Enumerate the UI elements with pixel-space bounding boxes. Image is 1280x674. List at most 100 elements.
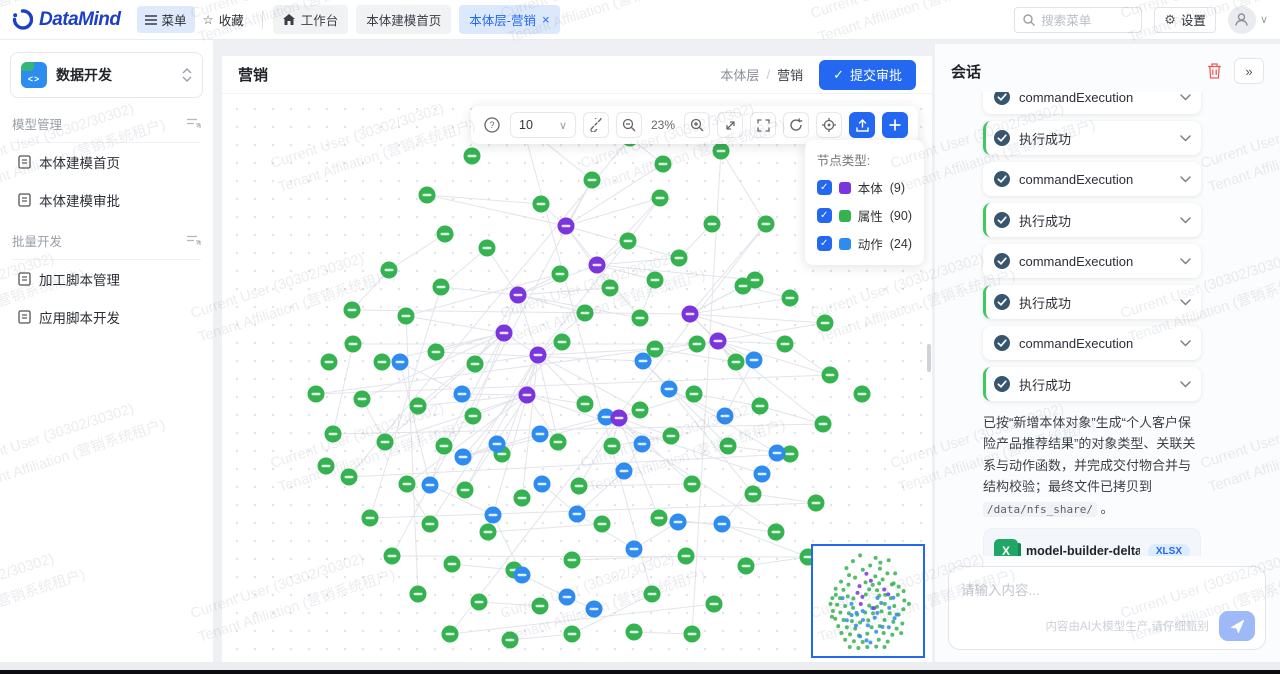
menu-search-input[interactable]: 搜索菜单 (1014, 7, 1142, 33)
graph-node-label (489, 514, 498, 516)
chat-card-exec-success[interactable]: 执行成功 (983, 285, 1201, 319)
chevron-down-icon[interactable] (1180, 299, 1191, 306)
sidebar-item-ontology-approval[interactable]: 本体建模审批 (0, 181, 213, 219)
chat-card-command-execution[interactable]: commandExecution (983, 244, 1201, 278)
graph-edge (538, 241, 628, 355)
checkbox-checked[interactable]: ✓ (817, 236, 832, 251)
graph-node-label (568, 559, 577, 561)
chevron-down-icon[interactable] (1180, 258, 1191, 265)
graph-node-label (568, 633, 577, 635)
app-switcher[interactable]: <> 数据开发 (10, 52, 203, 98)
sidebar-item-script-dev[interactable]: 应用脚本开发 (0, 298, 213, 336)
section-title: 模型管理 (12, 114, 62, 133)
chevron-down-icon[interactable] (1180, 340, 1191, 347)
fit-view-button[interactable] (717, 112, 743, 138)
link-mode-button[interactable] (583, 112, 609, 138)
submit-approval-button[interactable]: ✓ 提交审批 (819, 60, 916, 90)
user-menu[interactable]: ∨ (1228, 6, 1268, 34)
chat-card-command-execution[interactable]: commandExecution (983, 162, 1201, 196)
selector-chevrons-icon[interactable] (182, 68, 192, 82)
graph-edge (370, 503, 816, 518)
graph-minimap[interactable] (811, 544, 925, 658)
node-limit-select[interactable]: 10 ∨ (510, 112, 576, 138)
export-button[interactable] (849, 112, 875, 138)
graph-node-label (710, 603, 719, 605)
graph-node-label (786, 297, 795, 299)
graph-node-label (758, 473, 767, 475)
collapse-panel-button[interactable]: » (1234, 58, 1264, 84)
collapse-section-icon[interactable] (187, 118, 201, 129)
checkbox-checked[interactable]: ✓ (817, 180, 832, 195)
logo-text: DataMind (39, 9, 121, 31)
graph-canvas[interactable]: ? 10 ∨ 23% (222, 94, 932, 662)
graph-node-label (381, 441, 390, 443)
trash-icon[interactable] (1207, 63, 1222, 79)
legend-count: (90) (890, 209, 912, 223)
legend-item-action[interactable]: ✓ 动作 (24) (817, 234, 912, 253)
chat-card-exec-success[interactable]: 执行成功 (983, 367, 1201, 401)
graph-node-label (781, 343, 790, 345)
conversation-list[interactable]: commandExecution 执行成功 commandExecution 执行成功… (935, 92, 1280, 556)
chat-card-exec-success[interactable]: 执行成功 (983, 203, 1201, 237)
graph-node-label (484, 531, 493, 533)
help-button[interactable]: ? (481, 114, 503, 136)
minimap-node (891, 596, 895, 600)
minimap-node (851, 559, 855, 563)
chat-card-command-execution[interactable]: commandExecution (983, 326, 1201, 360)
graph-node-label (414, 405, 423, 407)
chevron-down-icon[interactable] (1180, 176, 1191, 183)
minimap-node (858, 634, 862, 638)
graph-node-label (483, 247, 492, 249)
favorites-button[interactable]: ☆ 收藏 (195, 6, 252, 33)
datamind-logo-icon (12, 9, 33, 30)
zoom-level-value: 23% (649, 118, 677, 132)
tab-ontology-marketing[interactable]: 本体层-营销 × (459, 5, 559, 34)
chevron-down-icon[interactable] (1180, 135, 1191, 142)
graph-edge (669, 389, 753, 494)
graph-edge (452, 564, 514, 570)
refresh-button[interactable] (783, 112, 809, 138)
minimap-node (882, 588, 886, 592)
settings-button[interactable]: ⚙ 设置 (1154, 7, 1216, 33)
tab-close-icon[interactable]: × (542, 12, 550, 27)
check-circle-icon (993, 170, 1011, 188)
checkbox-checked[interactable]: ✓ (817, 208, 832, 223)
chevron-down-icon[interactable] (1180, 217, 1191, 224)
minimap-node (841, 588, 845, 592)
minimap-node (846, 594, 850, 598)
chevron-down-icon[interactable] (1180, 94, 1191, 101)
paper-plane-icon (1230, 619, 1245, 634)
collapse-section-icon[interactable] (187, 235, 201, 246)
chat-input-placeholder: 请输入内容... (961, 579, 1253, 599)
graph-edge (540, 417, 606, 434)
zoom-in-button[interactable] (684, 112, 710, 138)
minimap-node (880, 609, 884, 613)
minimap-node (872, 606, 876, 610)
add-node-button[interactable] (882, 112, 908, 138)
minimap-node (843, 604, 847, 608)
center-view-button[interactable] (816, 112, 842, 138)
file-type-badge: XLSX (1148, 544, 1190, 556)
scrollbar-thumb[interactable] (927, 344, 931, 372)
chat-card-command-execution[interactable]: commandExecution (983, 92, 1201, 114)
sidebar-item-script-management[interactable]: 加工脚本管理 (0, 260, 213, 298)
chat-card-exec-success[interactable]: 执行成功 (983, 121, 1201, 155)
legend-item-attribute[interactable]: ✓ 属性 (90) (817, 206, 912, 225)
send-button[interactable] (1219, 611, 1255, 641)
minimap-node (874, 645, 878, 649)
tab-ontology-home[interactable]: 本体建模首页 (356, 5, 451, 34)
check-circle-icon (993, 375, 1011, 393)
app-logo[interactable]: DataMind (12, 9, 121, 31)
fullscreen-button[interactable] (750, 112, 776, 138)
menu-button[interactable]: 菜单 (137, 6, 195, 33)
graph-node-label (493, 443, 502, 445)
tab-workbench[interactable]: 工作台 (273, 5, 349, 34)
legend-item-ontology[interactable]: ✓ 本体 (9) (817, 178, 912, 197)
chevron-down-icon[interactable] (1180, 381, 1191, 388)
minimap-node (877, 581, 881, 585)
chat-input[interactable]: 请输入内容... 内容由AI大模型生产,请仔细甄别 (948, 566, 1266, 650)
graph-node-label (762, 223, 771, 225)
zoom-out-button[interactable] (616, 112, 642, 138)
breadcrumb-parent[interactable]: 本体层 (720, 65, 759, 84)
sidebar-item-ontology-home[interactable]: 本体建模首页 (0, 143, 213, 181)
